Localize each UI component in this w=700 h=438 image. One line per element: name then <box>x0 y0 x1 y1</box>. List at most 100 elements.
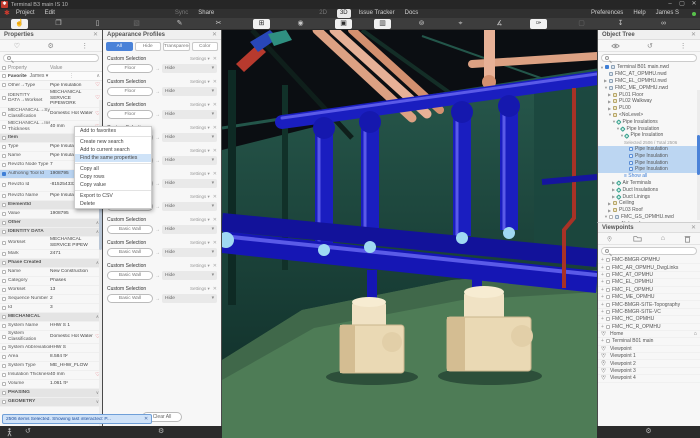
property-row[interactable]: MECHANICAL→System ClassificationDomestic… <box>0 108 102 121</box>
revizto-logo-icon[interactable]: ✱ <box>4 9 10 18</box>
viewpoint-checkbox[interactable] <box>606 325 610 329</box>
favorite-heart-icon[interactable]: ♡ <box>95 82 100 88</box>
property-group-header[interactable]: IDENTITY DATA∧ <box>0 228 102 237</box>
property-checkbox[interactable] <box>2 335 6 339</box>
menu-2d-toggle[interactable]: 2D <box>319 9 327 18</box>
viewpoint-checkbox[interactable] <box>606 310 610 314</box>
tree-kebab-menu-icon[interactable]: ⋮ <box>680 42 687 50</box>
walk-mode-icon[interactable] <box>6 428 13 437</box>
rule-source-pill[interactable]: Basic Wall <box>107 248 153 257</box>
rule-settings-link[interactable]: Settings ▾ <box>190 171 210 177</box>
favorites-collapse-icon[interactable]: ∧ <box>96 73 100 79</box>
property-checkbox[interactable] <box>2 83 6 87</box>
viewpoint-checkbox[interactable] <box>606 317 610 321</box>
property-checkbox[interactable] <box>2 355 6 359</box>
tree-row[interactable]: ▶PL02 Walkway <box>598 98 700 105</box>
trash-icon[interactable] <box>684 235 691 243</box>
property-row[interactable]: Id3 <box>0 304 102 313</box>
property-checkbox[interactable] <box>2 288 6 292</box>
rule-source-pill[interactable]: Floor <box>107 110 153 119</box>
property-group-header[interactable]: GEOMETRY∨ <box>0 398 102 407</box>
rule-remove-icon[interactable]: ✕ <box>213 263 217 269</box>
tree-row[interactable]: ▼FMC_ME_OPMHU.nwd <box>598 84 700 91</box>
measure-tool-icon[interactable]: ∡ <box>491 19 508 29</box>
properties-search-input[interactable] <box>3 54 99 62</box>
group-checkbox[interactable] <box>2 315 6 319</box>
property-checkbox[interactable] <box>2 252 6 256</box>
property-checkbox[interactable] <box>2 125 6 129</box>
property-checkbox[interactable] <box>2 324 6 328</box>
tree-checkbox[interactable] <box>605 65 609 69</box>
rule-settings-link[interactable]: Settings ▾ <box>190 148 210 154</box>
appearance-settings-gear-icon[interactable]: ⚙ <box>158 426 164 438</box>
context-menu-item[interactable]: Export to CSV <box>75 192 151 200</box>
menu-help[interactable]: Help <box>633 9 645 18</box>
rule-source-pill[interactable]: Basic Wall <box>107 225 153 234</box>
viewpoint-row[interactable]: +Terminal B01 main <box>598 338 700 345</box>
rule-settings-link[interactable]: Settings ▾ <box>190 79 210 85</box>
context-menu-item[interactable]: Copy all <box>75 165 151 173</box>
group-checkbox[interactable] <box>2 391 6 395</box>
mobile-device-tool-icon[interactable]: ▯ <box>89 19 106 29</box>
tree-row[interactable]: Selected 2506 / Total 2506 <box>598 139 700 146</box>
select-tool-icon[interactable]: ☝ <box>11 19 28 29</box>
tree-row[interactable]: ▶PL01 Floor <box>598 91 700 98</box>
tree-row[interactable]: ▼FMC_GS_OPMHU.nwd <box>598 214 700 221</box>
tree-row[interactable]: ▶Ceiling <box>598 200 700 207</box>
tree-row[interactable]: ▼Terminal B01 main.nwd <box>598 64 700 71</box>
new-issue-tool-icon[interactable]: ⊞ <box>253 19 270 29</box>
favorite-row-checkbox[interactable] <box>2 74 6 78</box>
property-row[interactable]: Workset13 <box>0 286 102 295</box>
markup-pen-tool-icon[interactable]: ✎ <box>171 19 188 29</box>
property-checkbox[interactable] <box>2 373 6 377</box>
sheets-tool-icon[interactable]: ❐ <box>50 19 67 29</box>
tree-row[interactable]: ▶Duct Insulations <box>598 186 700 193</box>
property-checkbox[interactable] <box>2 163 6 167</box>
viewpoint-checkbox[interactable] <box>606 266 610 270</box>
group-checkbox[interactable] <box>2 230 6 234</box>
viewpoints-close-icon[interactable]: ✕ <box>691 224 696 231</box>
viewpoint-row[interactable]: +FMC_HC_OPMHU <box>598 316 700 323</box>
context-menu-item[interactable]: Copy rows <box>75 173 151 181</box>
menu-item-edit[interactable]: Edit <box>45 10 55 16</box>
rule-remove-icon[interactable]: ✕ <box>213 217 217 223</box>
viewpoint-checkbox[interactable] <box>606 303 610 307</box>
rule-settings-link[interactable]: Settings ▾ <box>190 56 210 62</box>
rule-remove-icon[interactable]: ✕ <box>213 194 217 200</box>
tree-row[interactable]: ▶Duct Linings <box>598 193 700 200</box>
viewpoint-checkbox[interactable] <box>606 339 610 343</box>
rule-settings-link[interactable]: Settings ▾ <box>190 286 210 292</box>
viewpoint-checkbox[interactable] <box>606 295 610 299</box>
property-checkbox[interactable] <box>2 145 6 149</box>
export-tool-icon[interactable]: ↧ <box>612 19 629 29</box>
tab-color[interactable]: Color <box>192 42 219 51</box>
tab-hide[interactable]: Hide <box>135 42 162 51</box>
group-checkbox[interactable] <box>2 221 6 225</box>
property-row[interactable]: NameNew Construction <box>0 268 102 277</box>
favorites-user-select[interactable]: James ▾ <box>30 73 49 79</box>
menu-preferences[interactable]: Preferences <box>591 9 623 18</box>
property-checkbox[interactable] <box>2 212 6 216</box>
viewpoint-row[interactable]: +FMC_HC_R_OPMHU <box>598 324 700 331</box>
viewport-3d[interactable] <box>222 30 597 438</box>
tree-row[interactable]: ▶Air Terminals <box>598 180 700 187</box>
context-menu-item[interactable]: Copy value <box>75 181 151 189</box>
object-tree-close-icon[interactable]: ✕ <box>691 31 696 38</box>
tab-transparency[interactable]: Transparency <box>163 42 190 51</box>
property-row[interactable]: System TypeME_HHW_FLOW <box>0 362 102 371</box>
rule-remove-icon[interactable]: ✕ <box>213 125 217 131</box>
rule-action-select[interactable]: Hide▾ <box>162 202 217 211</box>
rule-settings-link[interactable]: Settings ▾ <box>190 263 210 269</box>
add-viewpoint-pin-icon[interactable] <box>607 236 612 242</box>
rule-remove-icon[interactable]: ✕ <box>213 240 217 246</box>
group-checkbox[interactable] <box>2 136 6 140</box>
context-menu-item[interactable]: Create new search <box>75 138 151 146</box>
tab-all[interactable]: All <box>106 42 133 51</box>
viewpoints-search-input[interactable] <box>601 247 697 255</box>
menu-docs[interactable]: Docs <box>405 9 419 18</box>
globe-tool-icon[interactable]: ⊚ <box>413 19 430 29</box>
viewpoint-row[interactable]: Viewpoint 3 <box>598 368 700 375</box>
property-row[interactable]: Other→TypePipe Insulation♡ <box>0 81 102 90</box>
property-row[interactable]: Sequence Number2 <box>0 295 102 304</box>
viewpoint-row[interactable]: +FMC-BMGR-SITE-VC <box>598 309 700 316</box>
